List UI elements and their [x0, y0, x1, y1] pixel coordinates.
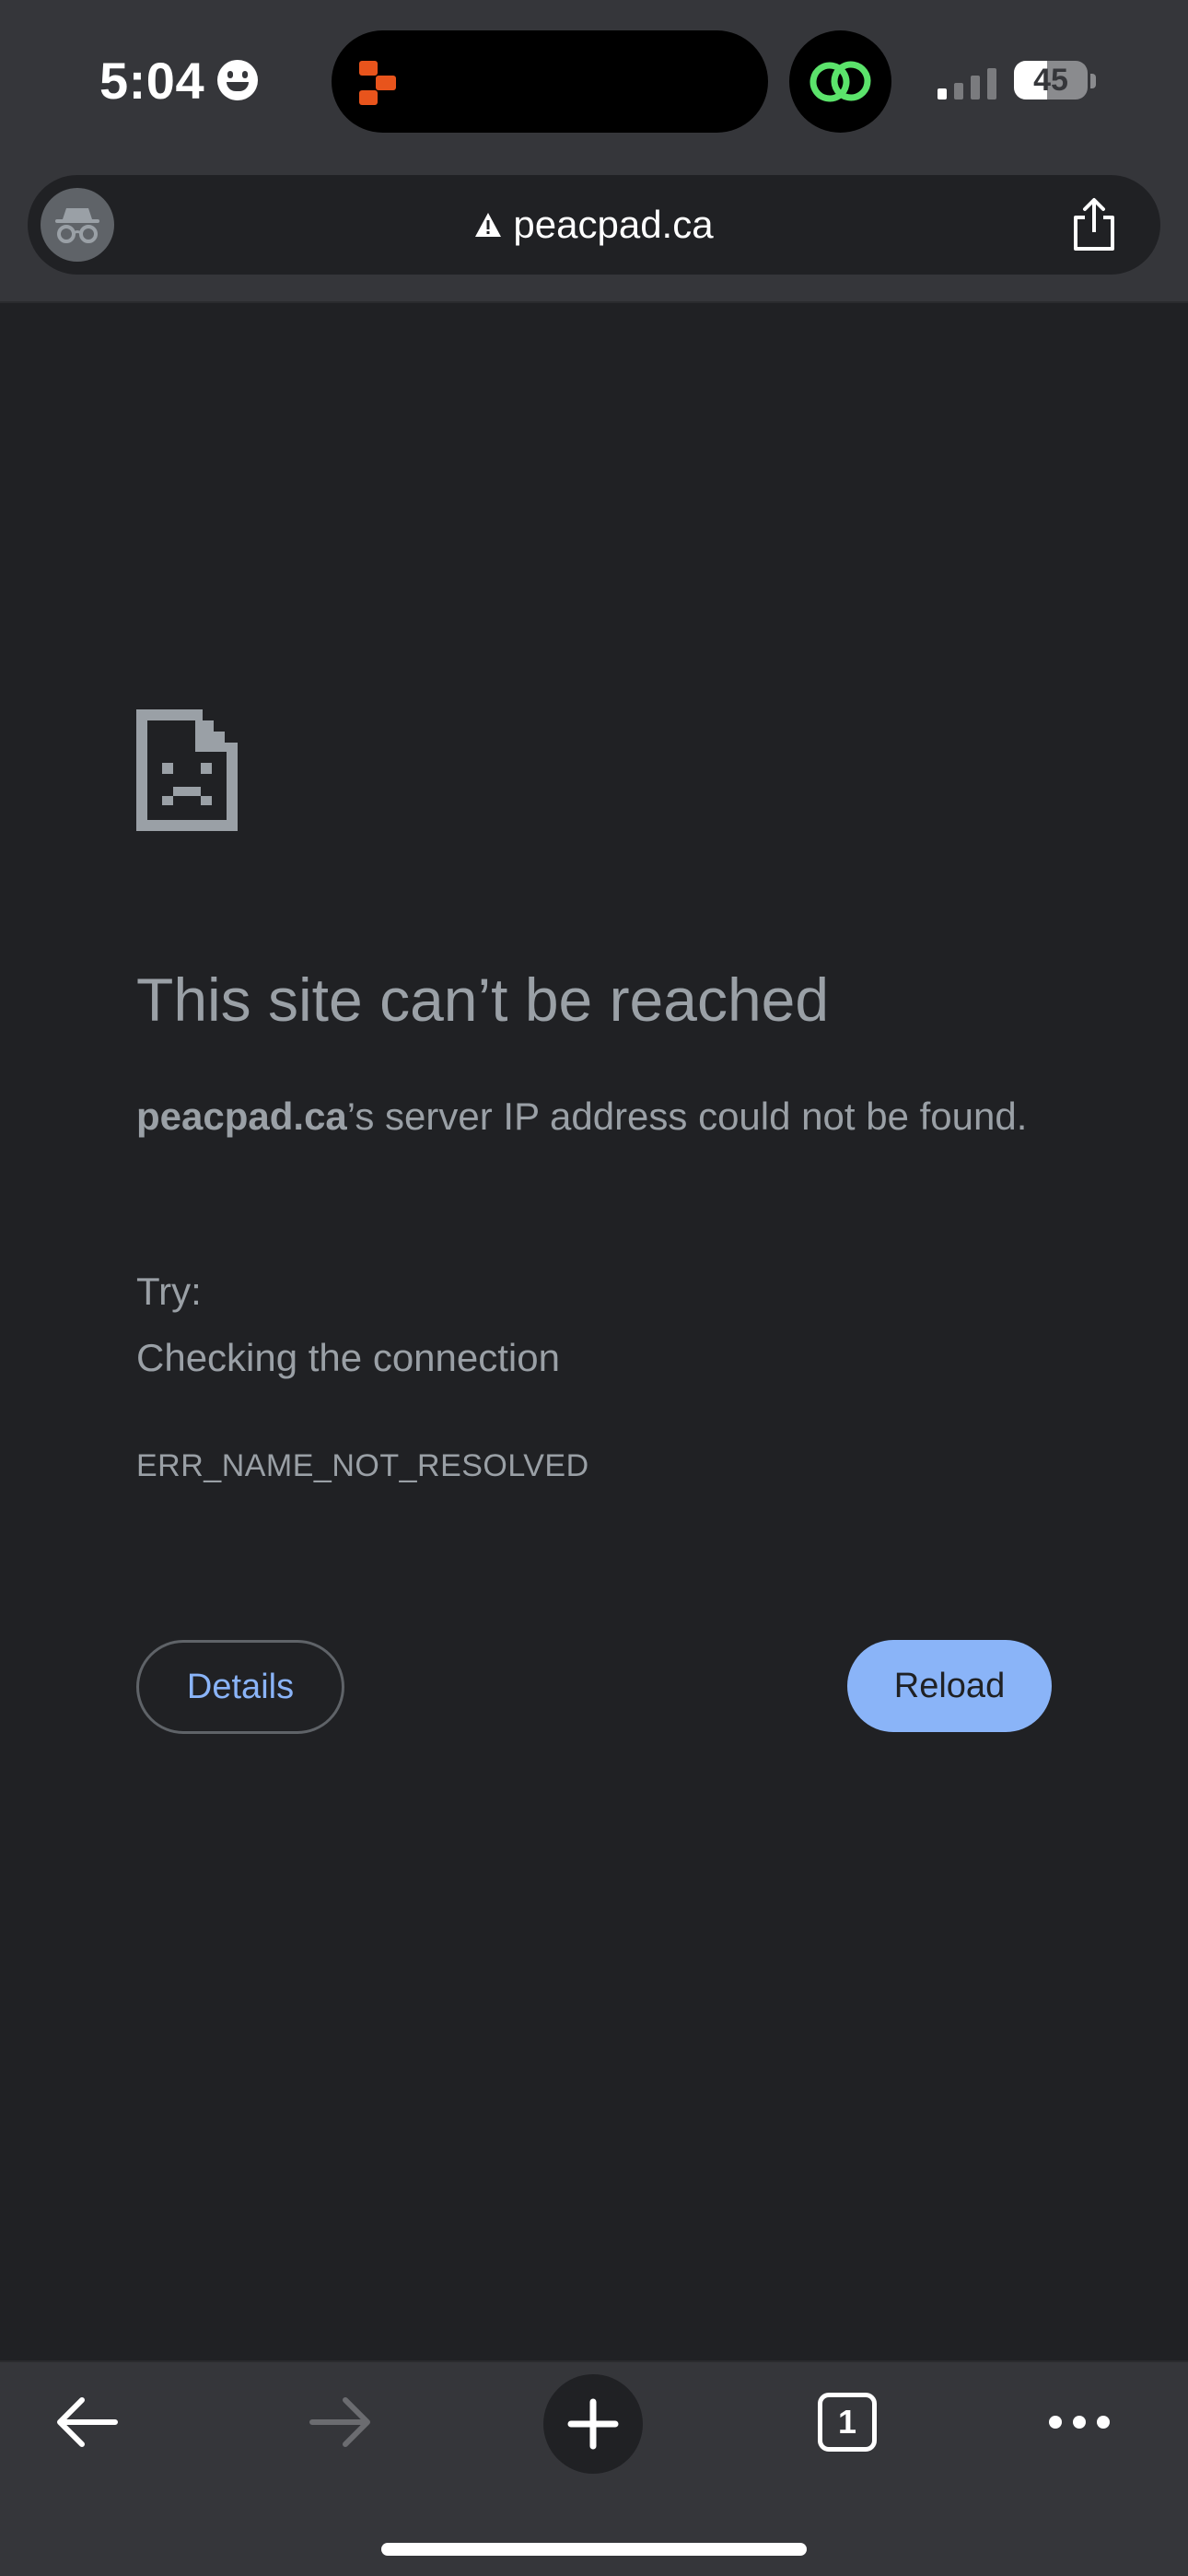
browser-screen: 5:04 45 peacpad.ca This site can’t be re…: [0, 0, 1188, 2576]
share-icon: [1074, 198, 1114, 251]
home-indicator[interactable]: [381, 2543, 807, 2556]
signal-icon: [938, 63, 998, 100]
more-button[interactable]: [1033, 2362, 1125, 2482]
battery-icon: 45: [1014, 61, 1088, 100]
url-bar[interactable]: peacpad.ca: [28, 175, 1160, 275]
back-button[interactable]: [41, 2362, 133, 2482]
error-host: peacpad.ca: [136, 1095, 347, 1138]
details-button[interactable]: Details: [136, 1640, 344, 1734]
error-description-text: ’s server IP address could not be found.: [346, 1095, 1028, 1138]
url-text: peacpad.ca: [513, 203, 714, 246]
battery-nub: [1090, 74, 1096, 88]
error-description: peacpad.ca’s server IP address could not…: [136, 1083, 1030, 1150]
tab-count: 1: [837, 2403, 857, 2441]
dynamic-island[interactable]: [332, 30, 768, 133]
top-chrome: 5:04 45 peacpad.ca: [0, 0, 1188, 303]
battery-level: 45: [1033, 62, 1068, 98]
plus-icon: [567, 2398, 619, 2450]
forward-arrow-icon: [309, 2397, 370, 2447]
tab-switcher-icon: 1: [818, 2393, 877, 2452]
link-icon[interactable]: [789, 30, 891, 133]
reload-button[interactable]: Reload: [847, 1640, 1052, 1732]
warning-icon: [474, 212, 502, 238]
forward-button[interactable]: [295, 2362, 387, 2482]
incognito-button[interactable]: [41, 188, 114, 262]
more-icon: [1049, 2416, 1110, 2429]
smiley-icon: [217, 60, 259, 100]
try-label: Try:: [136, 1270, 202, 1313]
new-tab-button[interactable]: [543, 2374, 643, 2474]
share-button[interactable]: [1065, 195, 1124, 254]
incognito-icon: [55, 208, 99, 243]
tab-switcher-button[interactable]: 1: [801, 2362, 893, 2482]
back-arrow-icon: [57, 2397, 118, 2447]
error-code: ERR_NAME_NOT_RESOLVED: [136, 1448, 589, 1483]
error-title: This site can’t be reached: [136, 966, 830, 1034]
url-display[interactable]: peacpad.ca: [28, 175, 1160, 275]
app-activity-icon: [359, 61, 402, 105]
suggestion-item: Checking the connection: [136, 1336, 560, 1379]
sad-document-icon: [136, 709, 238, 836]
status-time: 5:04: [99, 48, 259, 112]
time-text: 5:04: [99, 51, 205, 110]
